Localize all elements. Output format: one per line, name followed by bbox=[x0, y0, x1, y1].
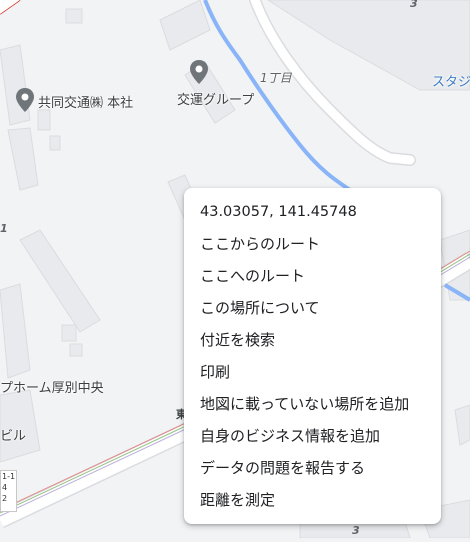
address-marker: 1-1 4 2 bbox=[0, 470, 17, 512]
menu-item-coordinates[interactable]: 43.03057, 141.45748 bbox=[184, 196, 441, 228]
block-number: 3 bbox=[410, 0, 418, 10]
poi-label[interactable]: 交運グループ bbox=[177, 89, 254, 108]
block-number: 1 bbox=[0, 222, 8, 235]
building bbox=[69, 343, 83, 357]
station-label[interactable]: スタジ bbox=[432, 71, 470, 90]
menu-item-route-to-here[interactable]: ここへのルート bbox=[184, 260, 441, 292]
map-pin-icon[interactable] bbox=[188, 59, 210, 85]
menu-item-about-this-place[interactable]: この場所について bbox=[184, 292, 441, 324]
building bbox=[37, 109, 51, 131]
menu-item-route-from-here[interactable]: ここからのルート bbox=[184, 228, 441, 260]
place-label[interactable]: ビル bbox=[0, 425, 26, 444]
address-marker-line: 1-1 bbox=[2, 472, 16, 481]
area-label: 1丁目 bbox=[260, 71, 292, 85]
menu-item-search-nearby[interactable]: 付近を検索 bbox=[184, 324, 441, 356]
menu-item-measure-distance[interactable]: 距離を測定 bbox=[184, 484, 441, 516]
address-marker-line: 2 bbox=[2, 494, 8, 503]
place-label[interactable]: プホーム厚別中央 bbox=[0, 377, 104, 396]
menu-item-add-missing-place[interactable]: 地図に載っていない場所を追加 bbox=[184, 388, 441, 420]
menu-item-add-business[interactable]: 自身のビジネス情報を追加 bbox=[184, 420, 441, 452]
building bbox=[61, 324, 77, 342]
poi-label[interactable]: 共同交通㈱ 本社 bbox=[38, 92, 133, 111]
block-number: 3 bbox=[352, 524, 360, 537]
menu-item-print[interactable]: 印刷 bbox=[184, 356, 441, 388]
building bbox=[65, 8, 83, 24]
context-menu: 43.03057, 141.45748 ここからのルート ここへのルート この場… bbox=[184, 188, 441, 524]
address-marker-line: 4 bbox=[2, 483, 8, 492]
menu-item-report-data-problem[interactable]: データの問題を報告する bbox=[184, 452, 441, 484]
map-pin-icon[interactable] bbox=[14, 87, 36, 113]
building bbox=[49, 135, 61, 151]
